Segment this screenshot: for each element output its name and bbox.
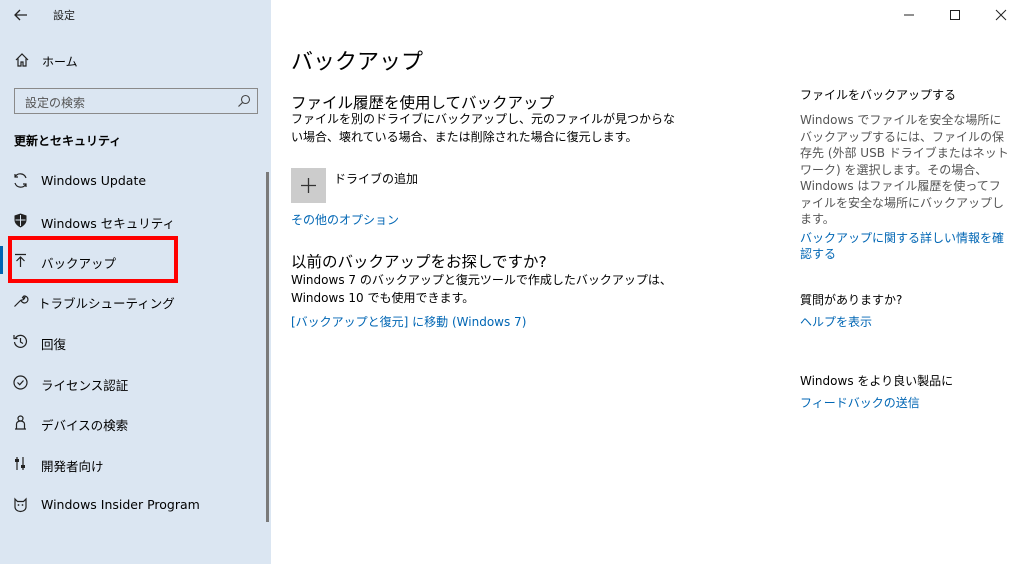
developer-sliders-icon <box>15 457 25 470</box>
section-heading: 更新とセキュリティ <box>14 134 122 148</box>
older-backup-heading: 以前のバックアップをお探しですか? <box>291 253 547 271</box>
search-placeholder: 設定の検索 <box>25 96 86 110</box>
sidebar-item-label: Windows セキュリティ <box>41 216 176 231</box>
sidebar-item-label: トラブルシューティング <box>38 296 175 311</box>
sidebar: 設定 ホーム 設定の検索 更新とセキュリティ Windows Update Wi… <box>0 0 271 564</box>
back-button[interactable] <box>10 5 32 25</box>
recovery-icon <box>13 334 28 348</box>
sidebar-item-find-device[interactable]: デバイスの検索 <box>0 402 262 442</box>
selection-indicator <box>0 246 3 274</box>
sidebar-item-label: ライセンス認証 <box>41 378 129 393</box>
sidebar-item-label: Windows Insider Program <box>41 497 200 512</box>
sidebar-item-label: デバイスの検索 <box>41 418 129 433</box>
app-title: 設定 <box>53 9 75 22</box>
close-button[interactable] <box>978 0 1024 30</box>
arrow-left-icon <box>14 9 27 21</box>
sidebar-item-recovery[interactable]: 回復 <box>0 321 262 361</box>
file-history-description: ファイルを別のドライブにバックアップし、元のファイルが見つからない場合、壊れてい… <box>291 112 676 144</box>
sidebar-item-label: Windows Update <box>41 173 147 188</box>
maximize-icon <box>950 10 960 20</box>
more-options-link[interactable]: その他のオプション <box>291 211 399 228</box>
annotation-highlight <box>8 236 178 283</box>
sidebar-item-insider[interactable]: Windows Insider Program <box>0 484 262 524</box>
feedback-link[interactable]: フィードバックの送信 <box>800 395 1010 412</box>
window-controls <box>886 0 1024 30</box>
add-drive-label[interactable]: ドライブの追加 <box>334 170 418 187</box>
search-input[interactable]: 設定の検索 <box>14 88 258 114</box>
feedback-section: Windows をより良い製品に フィードバックの送信 <box>800 372 1010 412</box>
sidebar-item-developers[interactable]: 開発者向け <box>0 443 262 483</box>
backup-restore-link[interactable]: [バックアップと復元] に移動 (Windows 7) <box>291 313 526 330</box>
titlebar-left: 設定 <box>0 0 271 30</box>
person-location-icon <box>15 415 26 430</box>
sidebar-item-home[interactable]: ホーム <box>0 48 271 74</box>
sidebar-item-label: ホーム <box>42 55 78 69</box>
sidebar-scrollbar[interactable] <box>266 172 269 522</box>
improve-heading: Windows をより良い製品に <box>800 374 954 388</box>
page-title: バックアップ <box>291 50 424 75</box>
backup-help-text: Windows でファイルを安全な場所にバックアップするには、ファイルの保存先 … <box>800 113 1009 226</box>
plus-icon <box>301 178 316 193</box>
close-icon <box>995 9 1007 21</box>
minimize-icon <box>904 14 914 16</box>
backup-info-link[interactable]: バックアップに関する詳しい情報を確認する <box>800 230 1010 263</box>
sidebar-item-troubleshoot[interactable]: トラブルシューティング <box>0 280 262 320</box>
question-heading: 質問がありますか? <box>800 293 903 307</box>
backup-help-heading: ファイルをバックアップする <box>800 88 957 102</box>
sidebar-item-windows-update[interactable]: Windows Update <box>0 160 262 200</box>
minimize-button[interactable] <box>886 0 932 30</box>
wrench-icon <box>14 295 29 307</box>
sidebar-item-activation[interactable]: ライセンス認証 <box>0 362 262 402</box>
checkmark-circle-icon <box>13 375 28 390</box>
search-icon <box>238 94 251 107</box>
sync-icon <box>14 173 27 188</box>
maximize-button[interactable] <box>932 0 978 30</box>
home-icon <box>15 53 29 67</box>
sidebar-item-label: 回復 <box>41 337 67 352</box>
shield-icon <box>14 213 27 228</box>
add-drive-button[interactable] <box>291 168 326 203</box>
help-link[interactable]: ヘルプを表示 <box>800 314 1010 331</box>
sidebar-item-label: 開発者向け <box>41 459 104 474</box>
older-backup-description: Windows 7 のバックアップと復元ツールで作成したバックアップは、Wind… <box>291 273 672 305</box>
backup-help-section: ファイルをバックアップする Windows でファイルを安全な場所にバックアップ… <box>800 86 1010 263</box>
insider-cat-icon <box>14 497 27 513</box>
sidebar-item-windows-security[interactable]: Windows セキュリティ <box>0 200 262 240</box>
question-section: 質問がありますか? ヘルプを表示 <box>800 291 1010 331</box>
